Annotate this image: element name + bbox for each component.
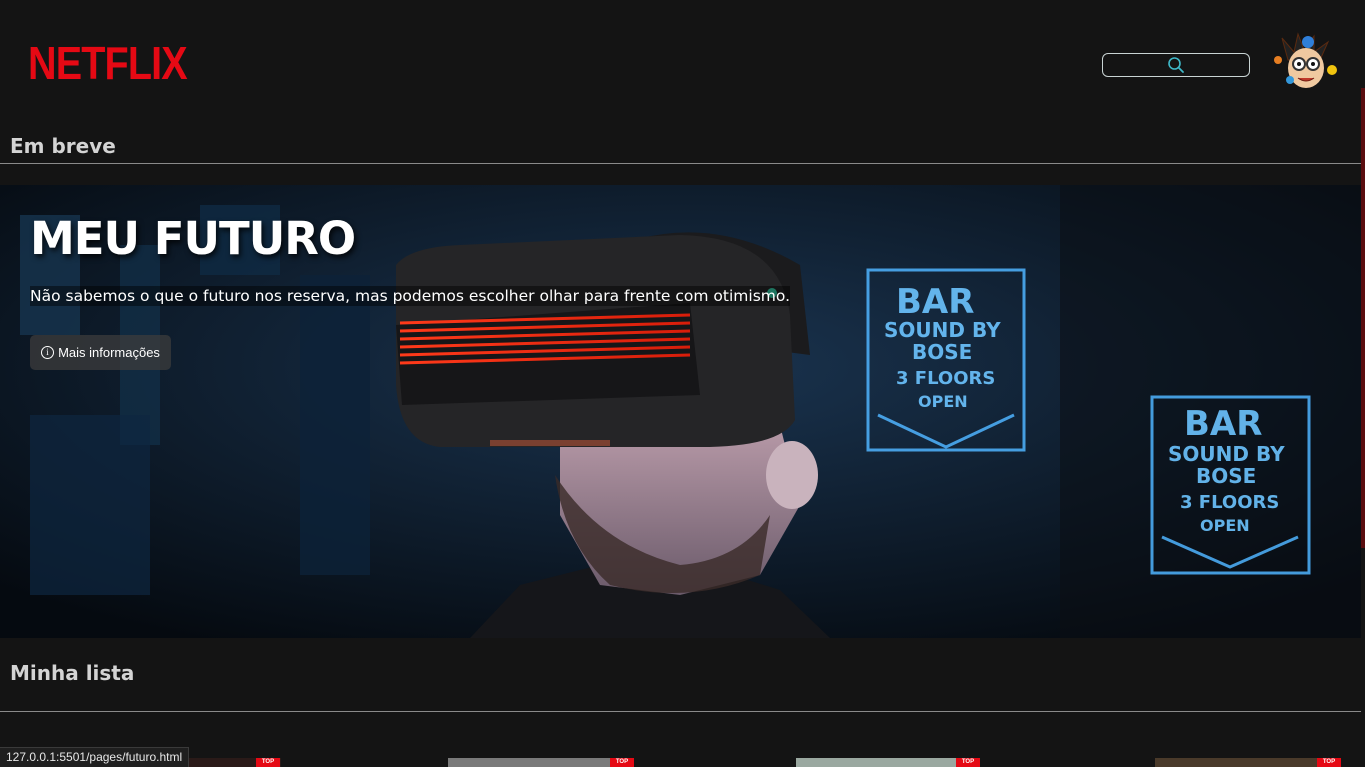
list-item-thumbnail[interactable]: [1155, 758, 1338, 767]
info-icon: i: [41, 346, 55, 359]
developer-avatar-icon[interactable]: [1268, 30, 1340, 94]
search-icon: [1168, 57, 1184, 73]
section-title-coming-soon: Em breve: [10, 134, 116, 158]
hero-description: Não sabemos o que o futuro nos reserva, …: [30, 286, 791, 306]
search-input[interactable]: [1102, 53, 1250, 77]
neon-sign-text: BAR: [1184, 404, 1262, 444]
neon-sign-text: BOSE: [1196, 464, 1256, 488]
hero-title: MEU FUTURO: [30, 212, 356, 265]
top-badge: TOP: [256, 758, 280, 767]
list-item-thumbnail[interactable]: [448, 758, 631, 767]
top-badge: TOP: [956, 758, 980, 767]
top-header: NETFLIX: [0, 0, 1365, 120]
section-divider: [0, 163, 1361, 164]
top-badge: TOP: [610, 758, 634, 767]
list-item-thumbnail[interactable]: [796, 758, 979, 767]
status-bar-url: 127.0.0.1:5501/pages/futuro.html: [0, 747, 190, 767]
neon-sign-text: BAR: [896, 282, 974, 322]
neon-sign-text: 3 FLOORS: [896, 368, 995, 389]
section-divider: [0, 711, 1361, 712]
neon-sign-text: SOUND BY: [1168, 442, 1285, 466]
more-info-label: Mais informações: [58, 345, 160, 360]
section-title-my-list: Minha lista: [10, 661, 135, 685]
neon-sign-text: OPEN: [918, 392, 968, 411]
more-info-button[interactable]: i Mais informações: [30, 335, 171, 370]
top-badge: TOP: [1317, 758, 1341, 767]
neon-sign-text: OPEN: [1200, 516, 1250, 535]
neon-sign-text: 3 FLOORS: [1180, 492, 1279, 513]
neon-sign-text: SOUND BY: [884, 318, 1001, 342]
neon-sign-text: BOSE: [912, 340, 972, 364]
scrollbar-edge: [1361, 88, 1365, 548]
netflix-logo[interactable]: NETFLIX: [28, 40, 188, 86]
